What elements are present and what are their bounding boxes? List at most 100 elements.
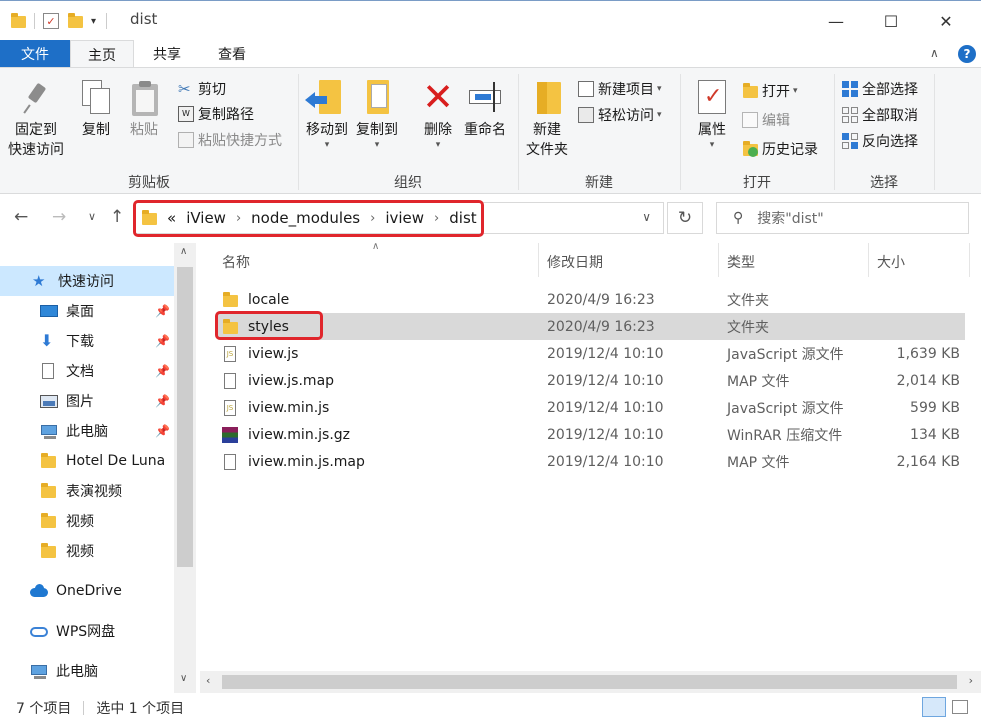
dropdown-icon: ▾: [324, 140, 330, 150]
scroll-down-icon[interactable]: ∨: [180, 673, 187, 684]
copy-button[interactable]: 复制: [78, 78, 114, 140]
column-divider[interactable]: [538, 243, 539, 277]
column-header-size[interactable]: 大小: [877, 243, 905, 281]
table-row[interactable]: iview.min.js.map 2019/12/4 10:10 MAP 文件 …: [218, 448, 965, 475]
tab-view[interactable]: 查看: [200, 40, 264, 68]
invert-selection-button[interactable]: 反向选择: [842, 130, 918, 152]
collapse-ribbon-icon[interactable]: ∧: [930, 46, 939, 60]
refresh-icon[interactable]: ↻: [667, 202, 703, 234]
recent-locations-chevron-icon[interactable]: ∨: [88, 210, 96, 223]
nav-item-documents[interactable]: 文档 📌: [0, 356, 174, 386]
new-item-button[interactable]: 新建项目 ▾: [578, 78, 662, 100]
file-type: MAP 文件: [727, 454, 790, 471]
nav-item-quick-access[interactable]: ★ 快速访问: [0, 266, 174, 296]
help-icon[interactable]: ?: [958, 45, 976, 63]
tab-share[interactable]: 共享: [134, 40, 200, 68]
open-icon: [742, 83, 758, 99]
nav-item-onedrive[interactable]: OneDrive: [0, 576, 174, 606]
nav-item-hotel-de-luna[interactable]: Hotel De Luna: [0, 446, 174, 476]
up-arrow-icon[interactable]: ↑: [110, 207, 124, 227]
tab-home[interactable]: 主页: [70, 40, 134, 68]
search-icon: ⚲: [733, 210, 744, 226]
file-list: ∧ 名称 修改日期 类型 大小 locale 2020/4/9 16:23 文件…: [200, 241, 981, 693]
nav-item-this-pc-pinned[interactable]: 此电脑 📌: [0, 416, 174, 446]
nav-item-desktop[interactable]: 桌面 📌: [0, 296, 174, 326]
scrollbar-thumb[interactable]: [222, 675, 957, 689]
column-header-type[interactable]: 类型: [727, 243, 755, 281]
forward-arrow-icon[interactable]: →: [52, 207, 66, 227]
download-arrow-icon: ⬇: [40, 331, 54, 350]
paste-button[interactable]: 粘贴: [126, 78, 162, 140]
nav-item-this-pc[interactable]: 此电脑: [0, 656, 174, 686]
move-to-button[interactable]: 移动到 ▾: [305, 78, 348, 150]
back-arrow-icon[interactable]: ←: [14, 207, 28, 227]
pin-to-quick-access-button[interactable]: 固定到 快速访问: [8, 78, 64, 160]
scroll-left-icon[interactable]: ‹: [206, 674, 210, 687]
edit-button[interactable]: 编辑: [742, 109, 790, 131]
select-all-icon: [842, 81, 858, 97]
nav-item-wps-drive[interactable]: WPS网盘: [0, 616, 174, 646]
search-input[interactable]: ⚲ 搜索"dist": [716, 202, 969, 234]
scrollbar-thumb[interactable]: [177, 267, 193, 567]
table-row[interactable]: iview.min.js.gz 2019/12/4 10:10 WinRAR 压…: [218, 421, 965, 448]
copy-to-button[interactable]: 复制到 ▾: [356, 78, 398, 150]
properties-quick-button[interactable]: ✓: [43, 13, 59, 29]
column-divider[interactable]: [969, 243, 970, 277]
nav-label: 快速访问: [58, 274, 114, 290]
properties-button[interactable]: ✓ 属性 ▾: [694, 78, 730, 150]
column-header-date[interactable]: 修改日期: [547, 243, 603, 281]
nav-label: 此电脑: [66, 424, 108, 440]
cut-button[interactable]: ✂ 剪切: [178, 78, 226, 100]
history-button[interactable]: 历史记录: [742, 138, 818, 160]
table-row[interactable]: iview.js.map 2019/12/4 10:10 MAP 文件 2,01…: [218, 367, 965, 394]
column-divider[interactable]: [868, 243, 869, 277]
rename-icon: [467, 78, 503, 118]
table-row[interactable]: locale 2020/4/9 16:23 文件夹: [218, 286, 965, 313]
delete-button[interactable]: ✕ 删除 ▾: [420, 78, 456, 150]
copy-path-button[interactable]: W 复制路径: [178, 103, 254, 125]
nav-item-videos[interactable]: 视频: [0, 506, 174, 536]
horizontal-scrollbar[interactable]: ‹ ›: [200, 671, 981, 693]
new-folder-quick-button[interactable]: [67, 13, 83, 29]
computer-icon: [30, 663, 48, 679]
nav-item-videos-2[interactable]: 视频: [0, 536, 174, 566]
open-button[interactable]: 打开 ▾: [742, 80, 798, 102]
folder-icon: [40, 543, 58, 559]
easy-access-button[interactable]: 轻松访问 ▾: [578, 104, 662, 126]
nav-item-performance-videos[interactable]: 表演视频: [0, 476, 174, 506]
maximize-button[interactable]: ☐: [868, 1, 914, 41]
wps-cloud-icon: [30, 623, 48, 639]
folder-icon: [40, 483, 58, 499]
nav-scrollbar[interactable]: ∧ ∨: [174, 243, 196, 693]
details-view-icon[interactable]: [922, 697, 946, 717]
table-row[interactable]: JS iview.min.js 2019/12/4 10:10 JavaScrip…: [218, 394, 965, 421]
customize-quick-access-icon[interactable]: ▾: [91, 16, 96, 27]
select-all-button[interactable]: 全部选择: [842, 78, 918, 100]
file-name: iview.js.map: [248, 372, 335, 389]
tab-file[interactable]: 文件: [0, 40, 70, 68]
table-row-selected[interactable]: styles 2020/4/9 16:23 文件夹: [218, 313, 965, 340]
scroll-right-icon[interactable]: ›: [969, 674, 973, 687]
minimize-button[interactable]: —: [813, 1, 859, 41]
nav-label: 表演视频: [66, 484, 122, 500]
paste-shortcut-button[interactable]: 粘贴快捷方式: [178, 129, 282, 151]
star-icon: ★: [32, 272, 46, 290]
column-header-name[interactable]: 名称: [222, 243, 250, 281]
address-dropdown-icon[interactable]: ∨: [642, 210, 651, 224]
new-item-icon: [578, 81, 594, 97]
file-icon: [222, 453, 238, 470]
new-folder-button[interactable]: 新建 文件夹: [526, 78, 568, 160]
close-button[interactable]: ✕: [923, 1, 969, 41]
table-row[interactable]: JS iview.js 2019/12/4 10:10 JavaScript 源文…: [218, 340, 965, 367]
pin-icon: [18, 78, 54, 118]
file-date: 2019/12/4 10:10: [547, 426, 664, 443]
rename-button[interactable]: 重命名: [464, 78, 506, 140]
nav-item-downloads[interactable]: ⬇ 下载 📌: [0, 326, 174, 356]
search-placeholder: 搜索"dist": [757, 211, 824, 227]
scroll-up-icon[interactable]: ∧: [180, 246, 187, 257]
large-icons-view-icon[interactable]: [952, 700, 968, 714]
nav-item-pictures[interactable]: 图片 📌: [0, 386, 174, 416]
select-none-button[interactable]: 全部取消: [842, 104, 918, 126]
divider: [83, 700, 85, 715]
column-divider[interactable]: [718, 243, 719, 277]
